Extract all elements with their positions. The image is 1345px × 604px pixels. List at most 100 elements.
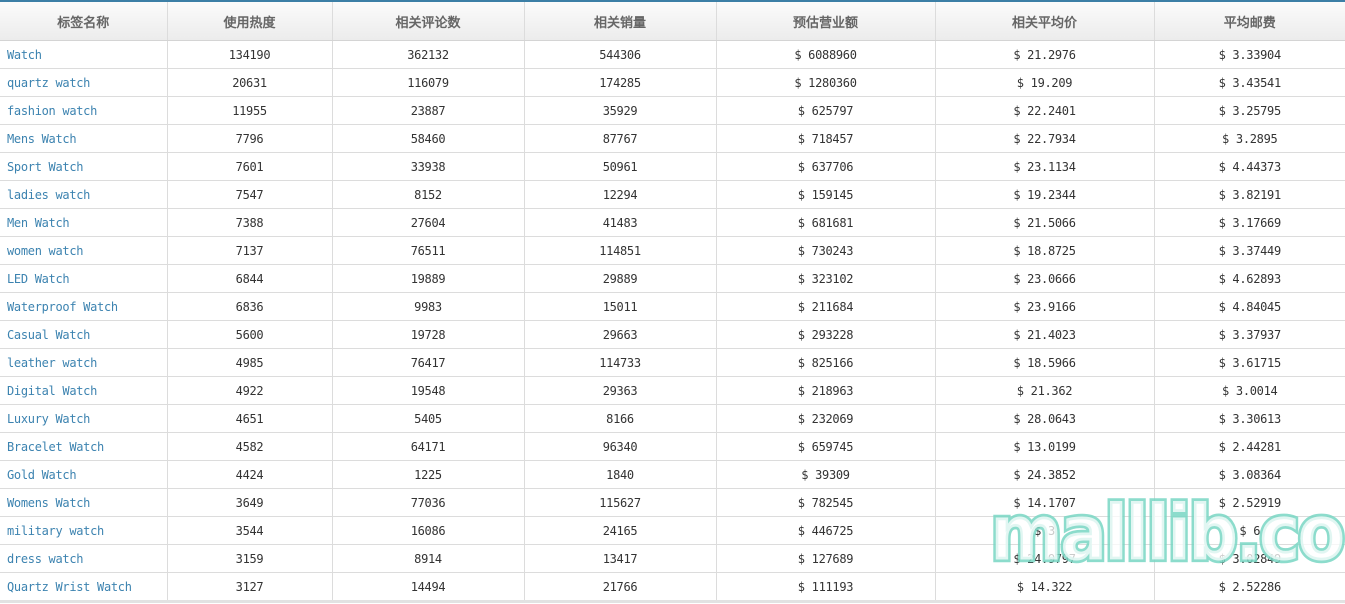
header-avg-price[interactable]: 相关平均价 (935, 1, 1155, 41)
table-row: Gold Watch 4424 1225 1840 $ 39309 $ 24.3852 $ … (0, 460, 1345, 489)
review-count-cell: 33938 (332, 152, 525, 181)
review-count-cell: 5405 (332, 404, 525, 433)
table-row: Casual Watch 5600 19728 29663 $ 293228 $ 21.4… (0, 320, 1345, 349)
header-tag-name[interactable]: 标签名称 (0, 1, 168, 41)
tag-name-cell: Womens Watch (0, 488, 168, 517)
usage-heat-cell: 7601 (167, 152, 333, 181)
tag-name-cell: Mens Watch (0, 124, 168, 153)
tag-link[interactable]: Bracelet Watch (7, 440, 104, 454)
tag-link[interactable]: Watch (7, 48, 42, 62)
est-revenue-cell: $ 111193 (716, 572, 936, 603)
tag-link[interactable]: fashion watch (7, 104, 97, 118)
sales-volume-cell: 1840 (524, 460, 717, 489)
table-row: leather watch 4985 76417 114733 $ 825166 $ 18… (0, 348, 1345, 377)
avg-postage-cell: $ 3.37449 (1154, 236, 1345, 265)
est-revenue-cell: $ 825166 (716, 348, 936, 377)
usage-heat-cell: 11955 (167, 96, 333, 125)
avg-price-cell: $ 21.2976 (935, 40, 1155, 69)
tag-link[interactable]: Casual Watch (7, 328, 90, 342)
sales-volume-cell: 114851 (524, 236, 717, 265)
header-avg-postage[interactable]: 平均邮费 (1154, 1, 1345, 41)
table-body: Watch 134190 362132 544306 $ 6088960 $ 21.297… (0, 40, 1345, 603)
avg-postage-cell: $ 3.0014 (1154, 376, 1345, 405)
avg-price-cell: $ 13.0199 (935, 432, 1155, 461)
est-revenue-cell: $ 681681 (716, 208, 936, 237)
tag-link[interactable]: quartz watch (7, 76, 90, 90)
usage-heat-cell: 3159 (167, 544, 333, 573)
table-row: women watch 7137 76511 114851 $ 730243 $ 18.8… (0, 236, 1345, 265)
avg-price-cell: $ 3 (935, 516, 1155, 545)
table-header-row: 标签名称 使用热度 相关评论数 相关销量 预估营业额 相关平均价 平均邮费 (0, 1, 1345, 41)
avg-price-cell: $ 21.5066 (935, 208, 1155, 237)
usage-heat-cell: 4582 (167, 432, 333, 461)
sales-volume-cell: 24165 (524, 516, 717, 545)
review-count-cell: 116079 (332, 68, 525, 97)
tag-link[interactable]: military watch (7, 524, 104, 538)
avg-postage-cell: $ 3.30613 (1154, 404, 1345, 433)
tag-link[interactable]: Sport Watch (7, 160, 83, 174)
tag-link[interactable]: Womens Watch (7, 496, 90, 510)
tag-link[interactable]: Waterproof Watch (7, 300, 118, 314)
tag-link[interactable]: leather watch (7, 356, 97, 370)
avg-price-cell: $ 22.2401 (935, 96, 1155, 125)
header-est-revenue[interactable]: 预估营业额 (716, 1, 936, 41)
header-review-count[interactable]: 相关评论数 (332, 1, 525, 41)
avg-price-cell: $ 14.1707 (935, 488, 1155, 517)
usage-heat-cell: 4424 (167, 460, 333, 489)
avg-postage-cell: $ 3.2895 (1154, 124, 1345, 153)
review-count-cell: 77036 (332, 488, 525, 517)
table-row: Waterproof Watch 6836 9983 15011 $ 211684 $ 2… (0, 292, 1345, 321)
tag-link[interactable]: ladies watch (7, 188, 90, 202)
table-row: Digital Watch 4922 19548 29363 $ 218963 $ 21.… (0, 376, 1345, 405)
avg-price-cell: $ 21.4023 (935, 320, 1155, 349)
avg-price-cell: $ 23.9166 (935, 292, 1155, 321)
review-count-cell: 8152 (332, 180, 525, 209)
sales-volume-cell: 115627 (524, 488, 717, 517)
header-usage-heat[interactable]: 使用热度 (167, 1, 333, 41)
tag-link[interactable]: LED Watch (7, 272, 70, 286)
tag-name-cell: quartz watch (0, 68, 168, 97)
tag-link[interactable]: Mens Watch (7, 132, 77, 146)
avg-price-cell: $ 19.2344 (935, 180, 1155, 209)
tag-link[interactable]: Quartz Wrist Watch (7, 580, 132, 594)
avg-price-cell: $ 14.322 (935, 572, 1155, 603)
sales-volume-cell: 29663 (524, 320, 717, 349)
tag-name-cell: Casual Watch (0, 320, 168, 349)
review-count-cell: 64171 (332, 432, 525, 461)
avg-postage-cell: $ 3.82191 (1154, 180, 1345, 209)
tag-link[interactable]: Gold Watch (7, 468, 77, 482)
avg-postage-cell: $ 2.44281 (1154, 432, 1345, 461)
tag-name-cell: fashion watch (0, 96, 168, 125)
sales-volume-cell: 50961 (524, 152, 717, 181)
est-revenue-cell: $ 637706 (716, 152, 936, 181)
est-revenue-cell: $ 782545 (716, 488, 936, 517)
avg-price-cell: $ 23.1134 (935, 152, 1155, 181)
avg-postage-cell: $ 6 (1154, 516, 1345, 545)
table-row: Men Watch 7388 27604 41483 $ 681681 $ 21.5066… (0, 208, 1345, 237)
header-sales-volume[interactable]: 相关销量 (524, 1, 717, 41)
sales-volume-cell: 29363 (524, 376, 717, 405)
usage-heat-cell: 3544 (167, 516, 333, 545)
tag-link[interactable]: Digital Watch (7, 384, 97, 398)
tag-name-cell: Luxury Watch (0, 404, 168, 433)
tag-name-cell: dress watch (0, 544, 168, 573)
est-revenue-cell: $ 323102 (716, 264, 936, 293)
tag-name-cell: Quartz Wrist Watch (0, 572, 168, 603)
est-revenue-cell: $ 1280360 (716, 68, 936, 97)
avg-price-cell: $ 21.362 (935, 376, 1155, 405)
table-row: Sport Watch 7601 33938 50961 $ 637706 $ 23.11… (0, 152, 1345, 181)
sales-volume-cell: 41483 (524, 208, 717, 237)
tag-link[interactable]: women watch (7, 244, 83, 258)
sales-volume-cell: 174285 (524, 68, 717, 97)
table-row: dress watch 3159 8914 13417 $ 127689 $ 24.979… (0, 544, 1345, 573)
est-revenue-cell: $ 159145 (716, 180, 936, 209)
tag-link[interactable]: Luxury Watch (7, 412, 90, 426)
review-count-cell: 23887 (332, 96, 525, 125)
avg-price-cell: $ 19.209 (935, 68, 1155, 97)
sales-volume-cell: 12294 (524, 180, 717, 209)
usage-heat-cell: 7796 (167, 124, 333, 153)
table-row: quartz watch 20631 116079 174285 $ 1280360 $ … (0, 68, 1345, 97)
tag-link[interactable]: Men Watch (7, 216, 70, 230)
tag-stats-table: 标签名称 使用热度 相关评论数 相关销量 预估营业额 相关平均价 平均邮费 Wa… (0, 0, 1345, 603)
tag-link[interactable]: dress watch (7, 552, 83, 566)
